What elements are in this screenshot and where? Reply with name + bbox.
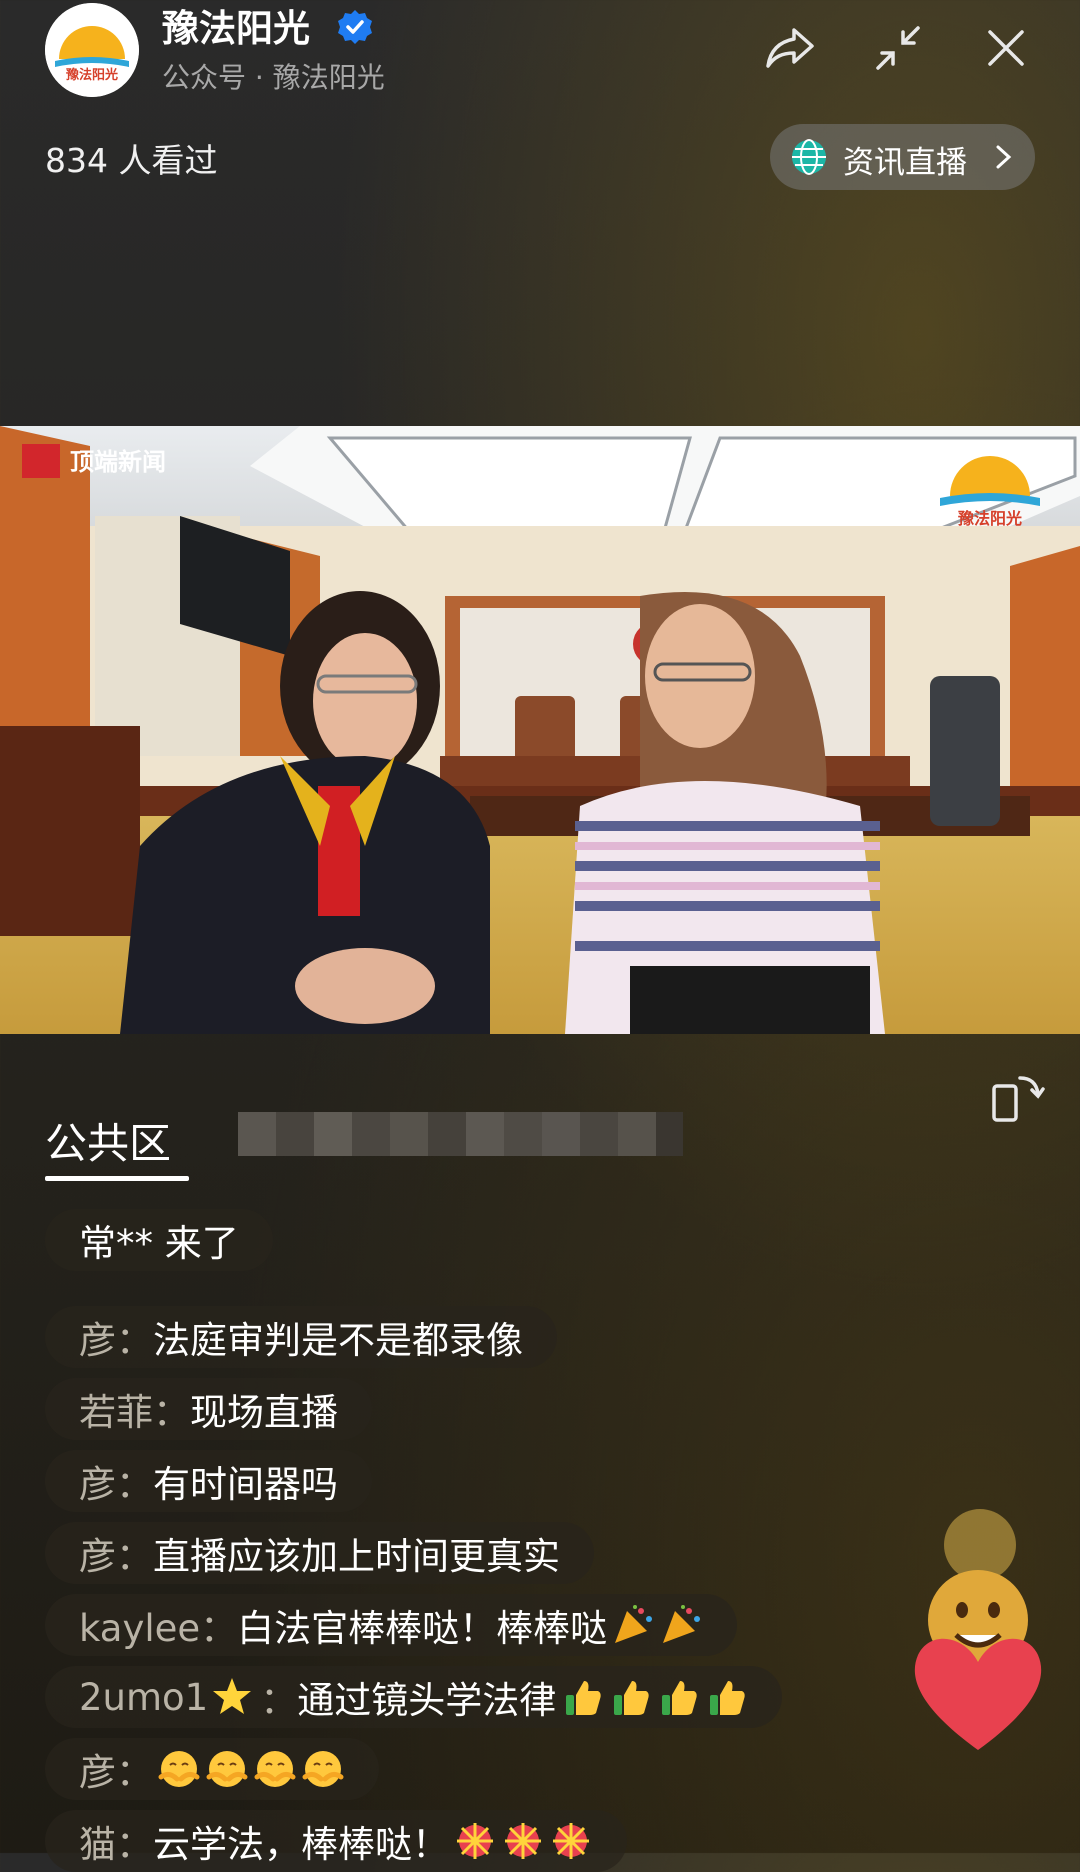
chat-text: 云学法，棒棒哒！ — [153, 1814, 449, 1868]
tab-public-area[interactable]: 公共区 — [45, 1110, 171, 1171]
chat-username: 若菲： — [79, 1382, 190, 1436]
chat-text: 白法官棒棒哒！棒棒哒 — [237, 1598, 607, 1652]
chat-message[interactable]: 彦： — [45, 1738, 379, 1800]
chat-username: 猫： — [79, 1814, 153, 1868]
hug-face-icon — [301, 1747, 345, 1791]
watermark-logo: 豫法阳光 — [958, 509, 1022, 528]
minimize-icon[interactable] — [870, 20, 926, 76]
thumbs-up-icon — [560, 1675, 604, 1719]
thumbs-up-icon — [608, 1675, 652, 1719]
blurred-tab-area — [238, 1108, 683, 1160]
chat-message[interactable]: 彦： 法庭审判是不是都录像 — [45, 1306, 557, 1368]
rotate-screen-icon[interactable] — [990, 1068, 1046, 1124]
chat-separator: ： — [260, 1670, 297, 1724]
chat-message[interactable]: kaylee： 白法官棒棒哒！棒棒哒 — [45, 1594, 737, 1656]
party-popper-icon — [611, 1603, 655, 1647]
party-popper-icon — [659, 1603, 703, 1647]
live-video-player[interactable]: 顶端新闻 豫法阳光 — [0, 426, 1080, 1034]
watermark-brand: 顶端新闻 — [70, 447, 166, 476]
thumbs-up-icon — [704, 1675, 748, 1719]
globe-icon — [790, 138, 828, 176]
fireworks-icon — [549, 1819, 593, 1863]
hug-face-icon — [205, 1747, 249, 1791]
chat-message[interactable]: 若菲： 现场直播 — [45, 1378, 372, 1440]
view-count: 834 人看过 — [45, 134, 217, 182]
channel-avatar[interactable]: 豫法阳光 — [45, 3, 139, 97]
chat-text: 通过镜头学法律 — [297, 1670, 556, 1724]
chat-text: 有时间器吗 — [153, 1454, 338, 1508]
chat-message[interactable]: 2umo1 ： 通过镜头学法律 — [45, 1666, 782, 1728]
glowing-star-icon — [210, 1675, 254, 1719]
svg-text:豫法阳光: 豫法阳光 — [66, 67, 118, 83]
chat-text: 现场直播 — [190, 1382, 338, 1436]
fireworks-icon — [453, 1819, 497, 1863]
verified-badge-icon — [336, 8, 374, 46]
hug-face-icon — [253, 1747, 297, 1791]
chat-text: 法庭审判是不是都录像 — [153, 1310, 523, 1364]
chat-username: 彦： — [79, 1454, 153, 1508]
channel-subtitle: 公众号 · 豫法阳光 — [162, 56, 385, 96]
chat-username: 彦： — [79, 1310, 153, 1364]
live-news-button[interactable]: 资讯直播 — [770, 124, 1035, 190]
close-icon[interactable] — [978, 20, 1034, 76]
fireworks-icon — [501, 1819, 545, 1863]
join-notice: 常** 来了 — [45, 1209, 273, 1271]
chat-text: 直播应该加上时间更真实 — [153, 1526, 560, 1580]
like-animation[interactable]: 666 — [900, 1450, 1080, 1770]
hug-face-icon — [157, 1747, 201, 1791]
chat-username: kaylee： — [79, 1598, 237, 1652]
chat-message[interactable]: 猫： 云学法，棒棒哒！ — [45, 1810, 627, 1872]
live-news-label: 资讯直播 — [843, 137, 967, 182]
sun-logo-icon: 豫法阳光 — [45, 3, 139, 97]
channel-name[interactable]: 豫法阳光 — [162, 0, 310, 52]
thumbs-up-icon — [656, 1675, 700, 1719]
chat-message[interactable]: 彦： 有时间器吗 — [45, 1450, 372, 1512]
courtroom-video-frame: 顶端新闻 豫法阳光 — [0, 426, 1080, 1034]
tab-underline — [45, 1176, 189, 1181]
chat-message[interactable]: 彦： 直播应该加上时间更真实 — [45, 1522, 594, 1584]
chevron-right-icon — [992, 144, 1014, 170]
chat-username: 2umo1 — [79, 1676, 208, 1719]
chat-username: 彦： — [79, 1742, 153, 1796]
chat-username: 彦： — [79, 1526, 153, 1580]
share-icon[interactable] — [762, 20, 818, 76]
